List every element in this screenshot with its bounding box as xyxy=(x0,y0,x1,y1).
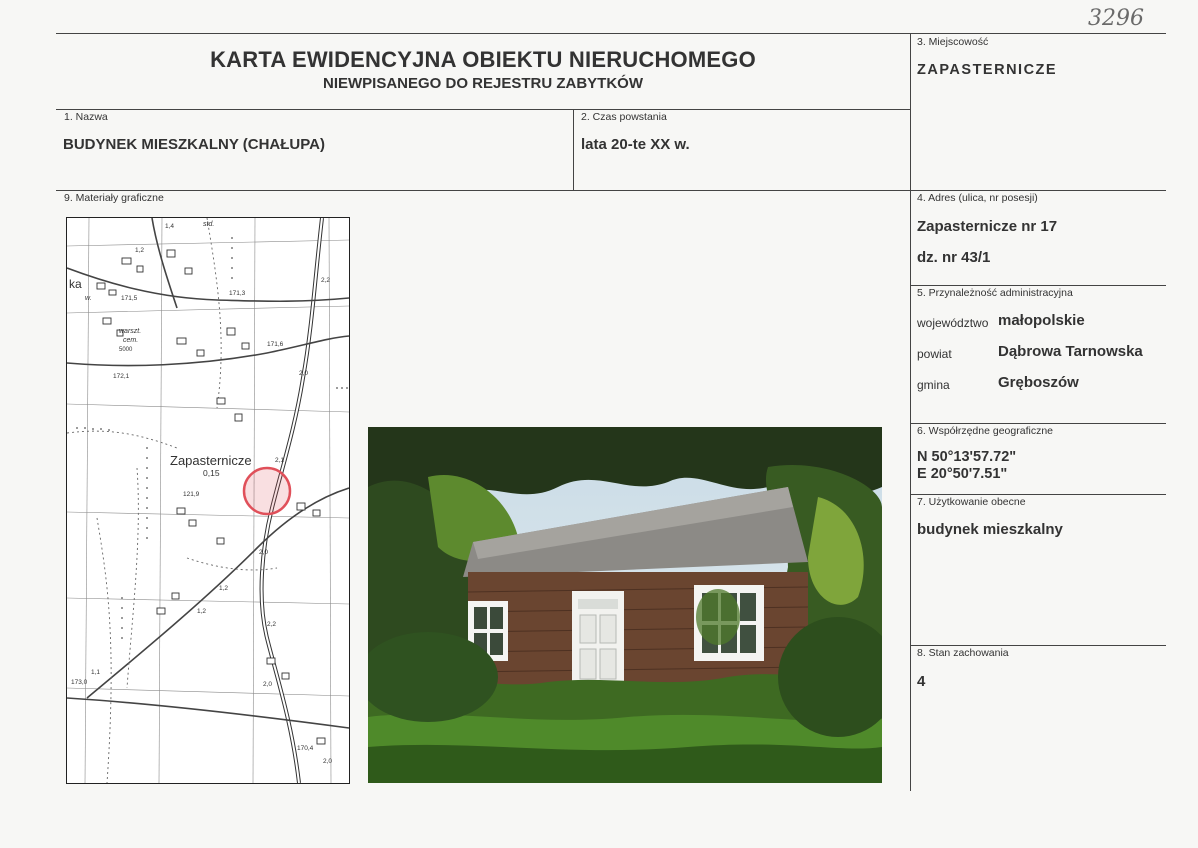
map-elev-7: 2,1 xyxy=(275,457,284,464)
address-label: 4. Adres (ulica, nr posesji) xyxy=(917,192,1038,204)
map-elev-0: 1,4 xyxy=(165,223,174,230)
map-place-value: 0,15 xyxy=(203,468,220,478)
document-subtitle: NIEWPISANEGO DO REJESTRU ZABYTKÓW xyxy=(322,75,644,92)
county-key: powiat xyxy=(917,347,952,361)
map-elev-18: 2,2 xyxy=(321,277,330,284)
map-elev-5: 172,1 xyxy=(113,373,130,380)
map-elev-11: 2,2 xyxy=(267,621,276,628)
usage-rule xyxy=(910,645,1166,646)
coord-east: E 20°50'7.51" xyxy=(917,466,1008,482)
map-elev-14: 2,0 xyxy=(263,681,272,688)
usage-value: budynek mieszkalny xyxy=(917,521,1063,538)
map-elev-8: 121,9 xyxy=(183,491,200,498)
admin-rule xyxy=(910,423,1166,424)
map-elev-13: 173,0 xyxy=(71,679,88,686)
map-text-warszt: warszt. xyxy=(119,328,141,335)
graphics-label: 9. Materiały graficzne xyxy=(64,192,164,204)
map-text-ka: ka xyxy=(69,277,82,291)
map-elev-15: 170,4 xyxy=(297,745,314,752)
map-text-cem: cem. xyxy=(123,337,138,344)
map-drawing: Zapasternicze 0,15 ka std. warszt. cem. … xyxy=(67,218,349,783)
map-elev-1: 1,2 xyxy=(135,247,144,254)
handwritten-number: 3296 xyxy=(1088,6,1144,31)
map-elev-4: 171,6 xyxy=(267,341,284,348)
coords-rule xyxy=(910,494,1166,495)
map-elev-3: 171,3 xyxy=(229,290,246,297)
coord-north: N 50°13'57.72" xyxy=(917,449,1017,465)
building-photo xyxy=(368,427,882,783)
location-marker xyxy=(242,466,292,516)
condition-label: 8. Stan zachowania xyxy=(917,647,1009,659)
record-card: 3296 KARTA EWIDENCYJNA OBIEKTU NIERUCHOM… xyxy=(0,0,1198,848)
date-label: 2. Czas powstania xyxy=(581,111,667,123)
commune-key: gmina xyxy=(917,378,950,392)
title-rule xyxy=(56,109,910,110)
address-rule xyxy=(910,285,1166,286)
map-elev-12: 1,1 xyxy=(91,669,100,676)
map-place-name: Zapasternicze xyxy=(170,453,252,468)
address-line2: dz. nr 43/1 xyxy=(917,249,991,266)
coords-values: N 50°13'57.72" E 20°50'7.51" xyxy=(917,449,1016,483)
coords-label: 6. Współrzędne geograficzne xyxy=(917,425,1053,437)
address-line1: Zapasternicze nr 17 xyxy=(917,218,1058,235)
map-elev-9: 1,2 xyxy=(219,585,228,592)
condition-value: 4 xyxy=(917,673,926,690)
row1-rule xyxy=(56,190,1166,191)
map-elev-2: 171,5 xyxy=(121,295,138,302)
map-elev-16: 2,0 xyxy=(323,758,332,765)
document-title: KARTA EWIDENCYJNA OBIEKTU NIERUCHOMEGO xyxy=(210,47,756,72)
location-map: Zapasternicze 0,15 ka std. warszt. cem. … xyxy=(66,217,350,784)
map-elev-10: 1,2 xyxy=(197,608,206,615)
commune-value: Gręboszów xyxy=(998,374,1079,391)
map-elev-17: 2,0 xyxy=(259,549,268,556)
map-text-w: w. xyxy=(85,295,92,302)
county-value: Dąbrowa Tarnowska xyxy=(998,343,1143,360)
voivodeship-value: małopolskie xyxy=(998,312,1085,329)
admin-label: 5. Przynależność administracyjna xyxy=(917,287,1073,299)
photo-drawing xyxy=(368,427,882,783)
locality-label: 3. Miejscowość xyxy=(917,36,989,48)
locality-value: ZAPASTERNICZE xyxy=(917,62,1058,78)
map-elev-6: 2,0 xyxy=(299,370,308,377)
date-value: lata 20-te XX w. xyxy=(581,136,690,153)
top-rule xyxy=(56,33,1166,34)
right-column-rule xyxy=(910,33,911,791)
map-text-std: std. xyxy=(203,221,214,228)
name-date-rule xyxy=(573,109,574,190)
name-value: BUDYNEK MIESZKALNY (CHAŁUPA) xyxy=(63,136,325,153)
usage-label: 7. Użytkowanie obecne xyxy=(917,496,1026,508)
voivodeship-key: województwo xyxy=(917,316,989,330)
name-label: 1. Nazwa xyxy=(64,111,108,123)
map-text-5000: 5000 xyxy=(119,347,133,353)
